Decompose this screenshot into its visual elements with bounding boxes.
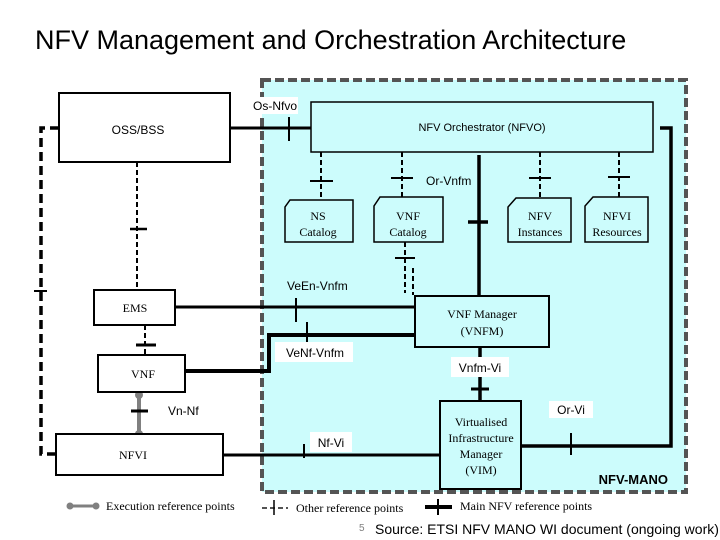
vim-label-4: (VIM) [465, 463, 496, 477]
legend-execution-label: Execution reference points [106, 499, 235, 513]
nfvi-label: NFVI [119, 448, 147, 462]
nfv-mano-label: NFV-MANO [599, 472, 668, 487]
nfvo-label: NFV Orchestrator (NFVO) [418, 122, 545, 134]
page-number: 5 [359, 523, 365, 534]
veen-vnfm-label: VeEn-Vnfm [287, 279, 348, 293]
legend-execution-dot-left [66, 502, 74, 510]
venf-vnfm-label: VeNf-Vnfm [286, 346, 344, 360]
nfv-instances-label-1: NFV [528, 209, 552, 223]
diagram-title: NFV Management and Orchestration Archite… [35, 25, 626, 55]
vnf-catalog-label-2: Catalog [389, 225, 426, 239]
source-note: Source: ETSI NFV MANO WI document (ongoi… [375, 521, 719, 537]
vnfm-vi-label: Vnfm-Vi [459, 361, 501, 375]
nfvi-resources-label-1: NFVI [603, 209, 631, 223]
legend-main-label: Main NFV reference points [460, 499, 592, 513]
vim-label-2: Infrastructure [448, 431, 513, 445]
vnfm-label-1: VNF Manager [447, 307, 517, 321]
vim-label-1: Virtualised [455, 415, 508, 429]
ns-catalog-label-2: Catalog [299, 225, 336, 239]
vn-nf-label: Vn-Nf [168, 404, 199, 418]
oss-bss-label: OSS/BSS [112, 123, 165, 137]
vnfm-box[interactable] [414, 295, 550, 348]
nfv-instances-label-2: Instances [518, 225, 563, 239]
legend-execution-dot-right [92, 502, 100, 510]
ems-label: EMS [123, 301, 148, 315]
ns-catalog-label-1: NS [310, 209, 325, 223]
vim-label-3: Manager [460, 447, 503, 461]
legend-other-label: Other reference points [296, 501, 404, 515]
vnf-label: VNF [131, 367, 155, 381]
or-vnfm-label: Or-Vnfm [426, 174, 471, 188]
vnfm-label-2: (VNFM) [461, 324, 504, 338]
os-nfvo-label: Os-Nfvo [253, 99, 297, 113]
vnf-catalog-label-1: VNF [396, 209, 420, 223]
nf-vi-label: Nf-Vi [318, 436, 344, 450]
or-vi-label: Or-Vi [557, 403, 585, 417]
nfv-mano-diagram: NFV Management and Orchestration Archite… [34, 25, 719, 537]
nfvi-resources-label-2: Resources [592, 225, 642, 239]
